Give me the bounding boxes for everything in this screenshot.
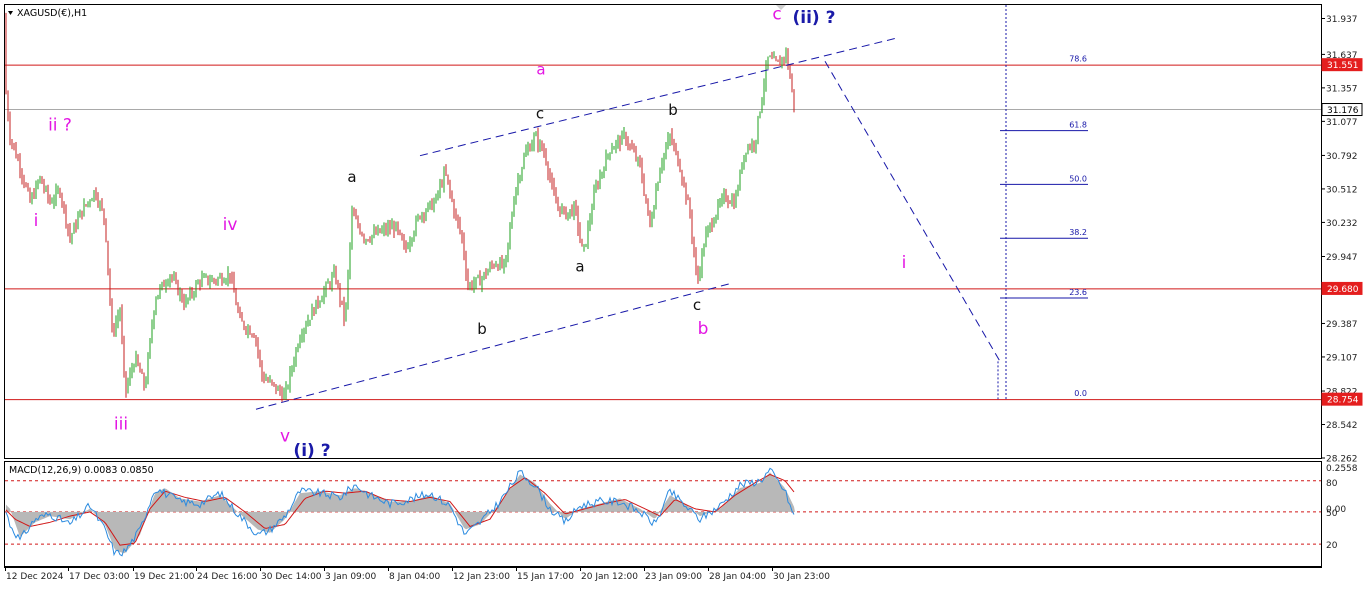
x-tick-label: 3 Jan 09:00 xyxy=(325,572,377,582)
wave-label: b xyxy=(477,320,487,338)
wave-label: (ii) ? xyxy=(793,8,836,28)
y-tick-label: 28.262 xyxy=(1326,455,1358,465)
y-tick-label: 29.387 xyxy=(1326,320,1358,330)
y-tick-label: 31.937 xyxy=(1326,15,1358,25)
fib-label: 50.0 xyxy=(1069,174,1087,183)
x-tick-label: 30 Dec 14:00 xyxy=(261,572,322,582)
y-tick-label: 31.357 xyxy=(1326,84,1358,94)
y-tick-label: 29.107 xyxy=(1326,353,1358,363)
macd-tick-label: 50 xyxy=(1326,509,1338,519)
wave-label: a xyxy=(575,258,584,276)
y-tick-label: 28.542 xyxy=(1326,421,1358,431)
wave-label: v xyxy=(280,426,290,446)
x-tick-label: 20 Jan 12:00 xyxy=(581,572,638,582)
macd-tick-label: 80 xyxy=(1326,479,1338,489)
wave-label: ii ? xyxy=(48,116,72,136)
symbol-label: XAGUSD(€),H1 xyxy=(17,8,87,19)
y-tick-label: 30.792 xyxy=(1326,152,1358,162)
macd-tick-label: 20 xyxy=(1326,541,1338,551)
wave-label: i xyxy=(902,253,907,273)
wave-label: (i) ? xyxy=(293,441,330,461)
x-tick-label: 24 Dec 16:00 xyxy=(197,572,258,582)
wave-label: iv xyxy=(223,215,238,235)
y-tick-label: 29.947 xyxy=(1326,253,1358,263)
fib-label: 61.8 xyxy=(1069,121,1087,130)
price-tag-label: 28.754 xyxy=(1327,396,1359,406)
fib-label: 0.0 xyxy=(1074,389,1087,398)
price-tag-label: 31.176 xyxy=(1327,106,1359,116)
y-tick-label: 30.232 xyxy=(1326,219,1358,229)
wave-label: c xyxy=(693,296,701,314)
chart-window[interactable]: 78.6 61.8 50.0 38.2 23.6 0.0 ii ? i iii iv v (i) ?… xyxy=(0,0,1366,588)
x-tick-label: 28 Jan 04:00 xyxy=(709,572,766,582)
wave-label: a xyxy=(536,60,545,78)
x-tick-label: 23 Jan 09:00 xyxy=(645,572,702,582)
x-tick-label: 12 Dec 2024 xyxy=(6,572,64,582)
x-tick-label: 17 Dec 03:00 xyxy=(69,572,130,582)
x-tick-label: 15 Jan 17:00 xyxy=(517,572,574,582)
x-tick-label: 12 Jan 23:00 xyxy=(453,572,510,582)
y-tick-label: 30.512 xyxy=(1326,185,1358,195)
x-tick-label: 30 Jan 23:00 xyxy=(773,572,830,582)
x-tick-label: 19 Dec 21:00 xyxy=(134,572,195,582)
macd-tick-label: 0.2558 xyxy=(1326,464,1358,474)
fib-label: 23.6 xyxy=(1069,288,1087,297)
wave-label: a xyxy=(347,168,356,186)
wave-label: c xyxy=(536,105,544,123)
price-tag-label: 29.680 xyxy=(1327,285,1359,295)
wave-label: i xyxy=(34,211,39,231)
macd-label: MACD(12,26,9) 0.0083 0.0850 xyxy=(9,465,154,476)
wave-label: iii xyxy=(114,415,128,435)
price-tag-label: 31.551 xyxy=(1327,61,1359,71)
wave-label: b xyxy=(668,101,678,119)
y-tick-label: 31.077 xyxy=(1326,118,1358,128)
fib-label: 78.6 xyxy=(1069,55,1087,64)
x-tick-label: 8 Jan 04:00 xyxy=(389,572,441,582)
fib-label: 38.2 xyxy=(1069,228,1087,237)
wave-label: b xyxy=(698,319,709,339)
price-chart[interactable]: 78.661.850.038.223.60.0 ii ?iiiiivv(i) ?… xyxy=(0,0,1366,588)
